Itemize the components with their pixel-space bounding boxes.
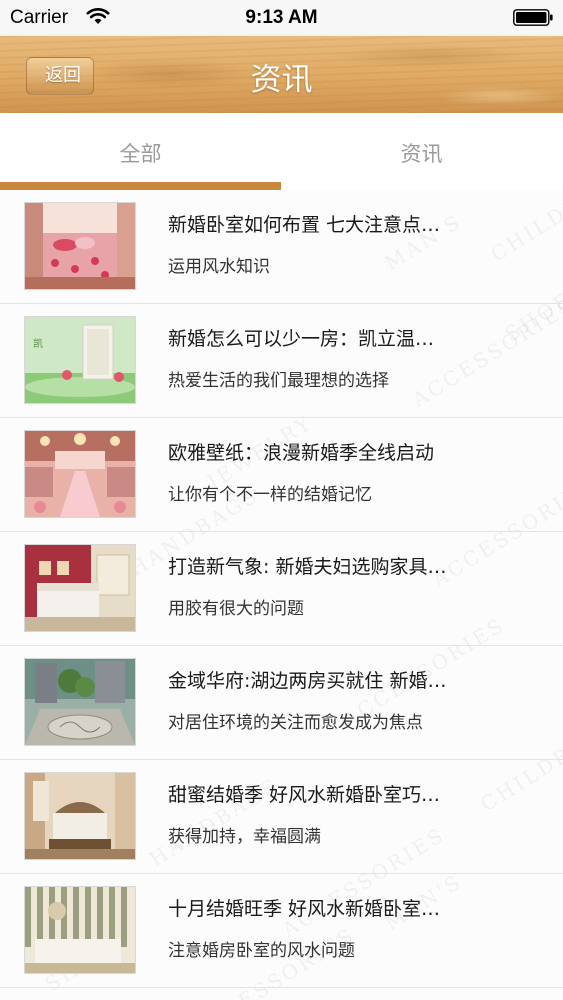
article-row[interactable]: 凯 新婚怎么可以少一房：凯立温… 热爱生活的我们最理想的选择 [0, 304, 563, 418]
article-row[interactable]: 新婚卧室如何布置 七大注意点… 运用风水知识 [0, 190, 563, 304]
article-title: 新婚怎么可以少一房：凯立温… [168, 328, 435, 350]
article-row[interactable]: 欧雅壁纸：浪漫新婚季全线启动 让你有个不一样的结婚记忆 [0, 418, 563, 532]
article-row[interactable]: 打造新气象: 新婚夫妇选购家具… 用胶有很大的问题 [0, 532, 563, 646]
page-title: 资讯 [250, 62, 313, 98]
article-title: 甜蜜结婚季 好风水新婚卧室巧… [168, 784, 441, 806]
article-thumbnail [24, 544, 136, 632]
article-title: 十月结婚旺季 好风水新婚卧室… [168, 898, 441, 920]
tab-selected-indicator [0, 182, 281, 190]
article-title: 新婚卧室如何布置 七大注意点… [168, 214, 441, 236]
article-row[interactable]: 十月结婚旺季 好风水新婚卧室… 注意婚房卧室的风水问题 [0, 874, 563, 988]
navigation-bar: 返回 资讯 [0, 36, 563, 113]
article-thumbnail [24, 658, 136, 746]
tab-news[interactable]: 资讯 [281, 113, 562, 190]
svg-text:凯: 凯 [33, 337, 43, 350]
tab-all[interactable]: 全部 [0, 113, 281, 190]
segment-tabs: 全部 资讯 [0, 113, 563, 190]
article-row[interactable]: 甜蜜结婚季 好风水新婚卧室巧… 获得加持，幸福圆满 [0, 760, 563, 874]
article-title: 欧雅壁纸：浪漫新婚季全线启动 [168, 442, 435, 464]
article-row[interactable]: 金域华府:湖边两房买就住 新婚… 对居住环境的关注而愈发成为焦点 [0, 646, 563, 760]
article-subtitle: 注意婚房卧室的风水问题 [168, 941, 355, 961]
article-thumbnail: 凯 [24, 316, 136, 404]
article-thumbnail [24, 886, 136, 974]
article-title: 打造新气象: 新婚夫妇选购家具… [168, 556, 447, 578]
clock: 9:13 AM [245, 7, 318, 28]
article-list[interactable]: MAN'S CHILDREN'S ACCESSORIES SHOES JEWEL… [0, 190, 563, 1000]
article-title: 金域华府:湖边两房买就住 新婚… [168, 670, 447, 692]
article-thumbnail [24, 202, 136, 290]
app-screen: Carrier 9:13 AM 返回 资讯 全部 资讯 MAN'S CHILDR… [0, 0, 563, 1000]
article-subtitle: 获得加持，幸福圆满 [168, 827, 321, 847]
article-subtitle: 用胶有很大的问题 [168, 599, 304, 619]
article-thumbnail [24, 772, 136, 860]
article-thumbnail [24, 430, 136, 518]
battery-icon [513, 9, 553, 26]
status-bar: Carrier 9:13 AM [0, 0, 563, 36]
article-subtitle: 热爱生活的我们最理想的选择 [168, 371, 389, 391]
article-subtitle: 运用风水知识 [168, 257, 270, 277]
article-subtitle: 对居住环境的关注而愈发成为焦点 [168, 713, 423, 733]
article-subtitle: 让你有个不一样的结婚记忆 [168, 485, 372, 505]
